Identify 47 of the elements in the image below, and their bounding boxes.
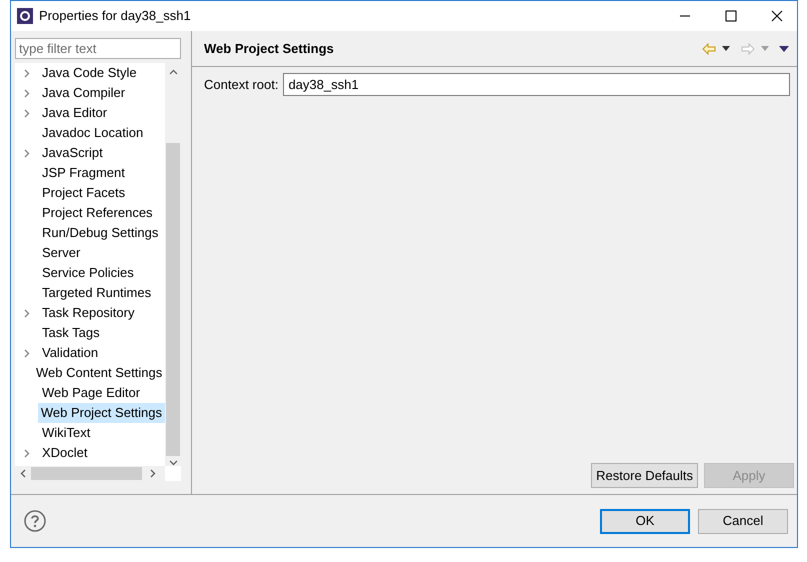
back-arrow-icon[interactable] [702, 42, 716, 54]
tree-item[interactable]: Java Code Style [39, 63, 140, 83]
tree-item[interactable]: Project References [39, 203, 156, 223]
expand-chevron-icon[interactable] [24, 108, 30, 118]
forward-arrow-icon[interactable] [741, 42, 755, 54]
context-root-label: Context root: [204, 76, 278, 94]
maximize-icon[interactable] [725, 10, 737, 22]
expand-chevron-icon[interactable] [24, 148, 30, 158]
menu-caret-icon[interactable] [779, 46, 789, 52]
expand-chevron-icon[interactable] [24, 88, 30, 98]
tree-item[interactable]: Web Content Settings [33, 363, 165, 383]
dropdown-caret-icon[interactable] [722, 46, 730, 51]
tree-item[interactable]: Task Tags [39, 323, 103, 343]
vertical-scrollbar[interactable] [165, 63, 181, 466]
tree-item[interactable]: Service Policies [39, 263, 137, 283]
page-button[interactable]: Restore Defaults [591, 463, 698, 488]
tree-item[interactable]: JavaScript [39, 143, 106, 163]
dialog-button[interactable]: OK [600, 508, 690, 534]
window-title: Properties for day38_ssh1 [39, 7, 191, 26]
app-icon [17, 8, 33, 24]
horizontal-scrollbar[interactable] [15, 466, 165, 481]
filter-field[interactable]: type filter text [15, 38, 181, 59]
tree-item[interactable]: Web Page Editor [39, 383, 144, 403]
tree-item[interactable]: Java Compiler [39, 83, 128, 103]
context-root-field[interactable]: day38_ssh1 [283, 73, 790, 96]
tree-item[interactable]: XDoclet [39, 443, 91, 463]
tree-item[interactable]: Targeted Runtimes [39, 283, 154, 303]
tree-item[interactable]: Java Editor [39, 103, 110, 123]
expand-chevron-icon[interactable] [24, 448, 30, 458]
tree-item[interactable]: Task Repository [39, 303, 138, 323]
expand-chevron-icon[interactable] [24, 348, 30, 358]
tree-item[interactable]: Javadoc Location [39, 123, 146, 143]
tree-item[interactable]: Run/Debug Settings [39, 223, 162, 243]
scrollbar-thumb[interactable] [166, 142, 180, 456]
scrollbar-thumb[interactable] [31, 467, 142, 480]
tree-item[interactable]: Validation [39, 343, 102, 363]
expand-chevron-icon[interactable] [24, 68, 30, 78]
help-icon[interactable] [24, 510, 46, 532]
tree-item[interactable]: WikiText [39, 423, 94, 443]
tree-item[interactable]: Web Project Settings [38, 403, 165, 423]
expand-chevron-icon[interactable] [24, 308, 30, 318]
tree-item[interactable]: Project Facets [39, 183, 128, 203]
tree-item[interactable]: JSP Fragment [39, 163, 128, 183]
dialog-button[interactable]: Cancel [698, 508, 788, 534]
close-icon[interactable] [771, 10, 783, 22]
page-title: Web Project Settings [204, 40, 334, 58]
tree-item[interactable]: Server [39, 243, 84, 263]
